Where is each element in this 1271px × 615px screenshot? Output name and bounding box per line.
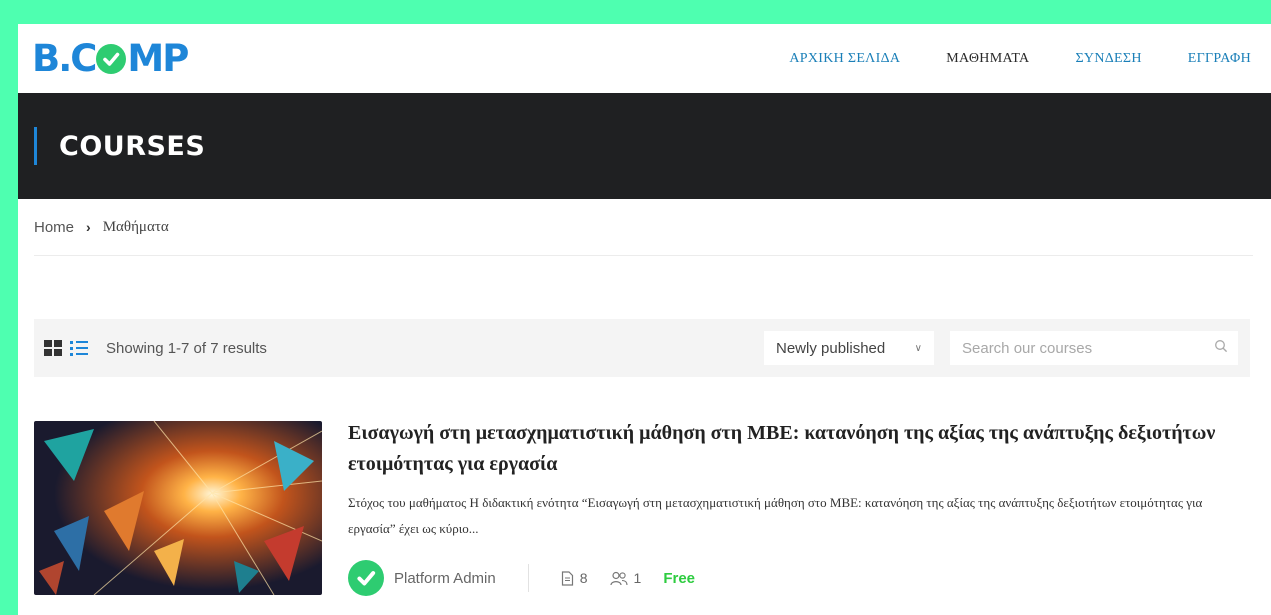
- users-icon: [609, 571, 628, 585]
- chevron-down-icon: ∨: [914, 342, 922, 354]
- nav-login[interactable]: ΣΥΝΔΕΣΗ: [1075, 51, 1141, 67]
- search-box: [950, 331, 1238, 365]
- course-description: Στόχος του μαθήματος Η διδακτική ενότητα…: [348, 495, 1203, 536]
- nav-home[interactable]: ΑΡΧΙΚΗ ΣΕΛΙΔΑ: [789, 51, 900, 67]
- meta-divider: [527, 564, 529, 592]
- sort-select[interactable]: Newly published ∨: [764, 331, 934, 365]
- breadcrumb-current: Μαθήματα: [102, 218, 169, 235]
- course-card: Εισαγωγή στη μετασχηματιστική μάθηση στη…: [348, 418, 1228, 596]
- page-frame: B.C MP ΑΡΧΙΚΗ ΣΕΛΙΔΑ ΜΑΘΗΜΑΤΑ ΣΥΝΔΕΣΗ ΕΓ…: [18, 24, 1271, 615]
- courses-toolbar: Showing 1-7 of 7 results Newly published…: [34, 319, 1250, 377]
- page-title: COURSES: [59, 130, 206, 162]
- grid-view-icon[interactable]: [44, 340, 62, 356]
- results-count: Showing 1-7 of 7 results: [106, 339, 267, 357]
- lessons-value: 8: [579, 570, 588, 586]
- course-title[interactable]: Εισαγωγή στη μετασχηματιστική μάθηση στη…: [348, 418, 1228, 480]
- site-logo[interactable]: B.C MP: [32, 37, 189, 80]
- view-switcher: [44, 340, 88, 356]
- course-thumbnail[interactable]: [34, 421, 322, 595]
- chevron-right-icon: ›: [86, 219, 91, 235]
- author-avatar: [348, 560, 384, 596]
- course-price: Free: [663, 569, 695, 587]
- search-input[interactable]: [962, 339, 1192, 357]
- course-meta: Platform Admin 8 1 Free: [348, 560, 1228, 596]
- logo-text-right: MP: [127, 37, 189, 80]
- students-value: 1: [633, 570, 642, 586]
- nav-courses[interactable]: ΜΑΘΗΜΑΤΑ: [946, 51, 1029, 67]
- nav-register[interactable]: ΕΓΓΡΑΦΗ: [1188, 51, 1251, 67]
- author-name[interactable]: Platform Admin: [394, 570, 496, 587]
- site-header: B.C MP ΑΡΧΙΚΗ ΣΕΛΙΔΑ ΜΑΘΗΜΑΤΑ ΣΥΝΔΕΣΗ ΕΓ…: [18, 24, 1271, 93]
- list-view-icon[interactable]: [70, 340, 88, 356]
- sort-selected-value: Newly published: [776, 339, 886, 357]
- checkmark-icon: [96, 43, 127, 74]
- page-banner: COURSES: [18, 93, 1271, 199]
- students-count: 1: [609, 570, 642, 586]
- main-nav: ΑΡΧΙΚΗ ΣΕΛΙΔΑ ΜΑΘΗΜΑΤΑ ΣΥΝΔΕΣΗ ΕΓΓΡΑΦΗ: [789, 51, 1251, 67]
- breadcrumb: Home › Μαθήματα: [34, 199, 1253, 256]
- document-icon: [561, 570, 573, 586]
- logo-text-left: B.C: [32, 37, 97, 80]
- lessons-count: 8: [561, 570, 588, 586]
- search-icon[interactable]: [1214, 339, 1228, 358]
- breadcrumb-home[interactable]: Home: [34, 219, 74, 236]
- banner-accent-bar: [34, 127, 37, 165]
